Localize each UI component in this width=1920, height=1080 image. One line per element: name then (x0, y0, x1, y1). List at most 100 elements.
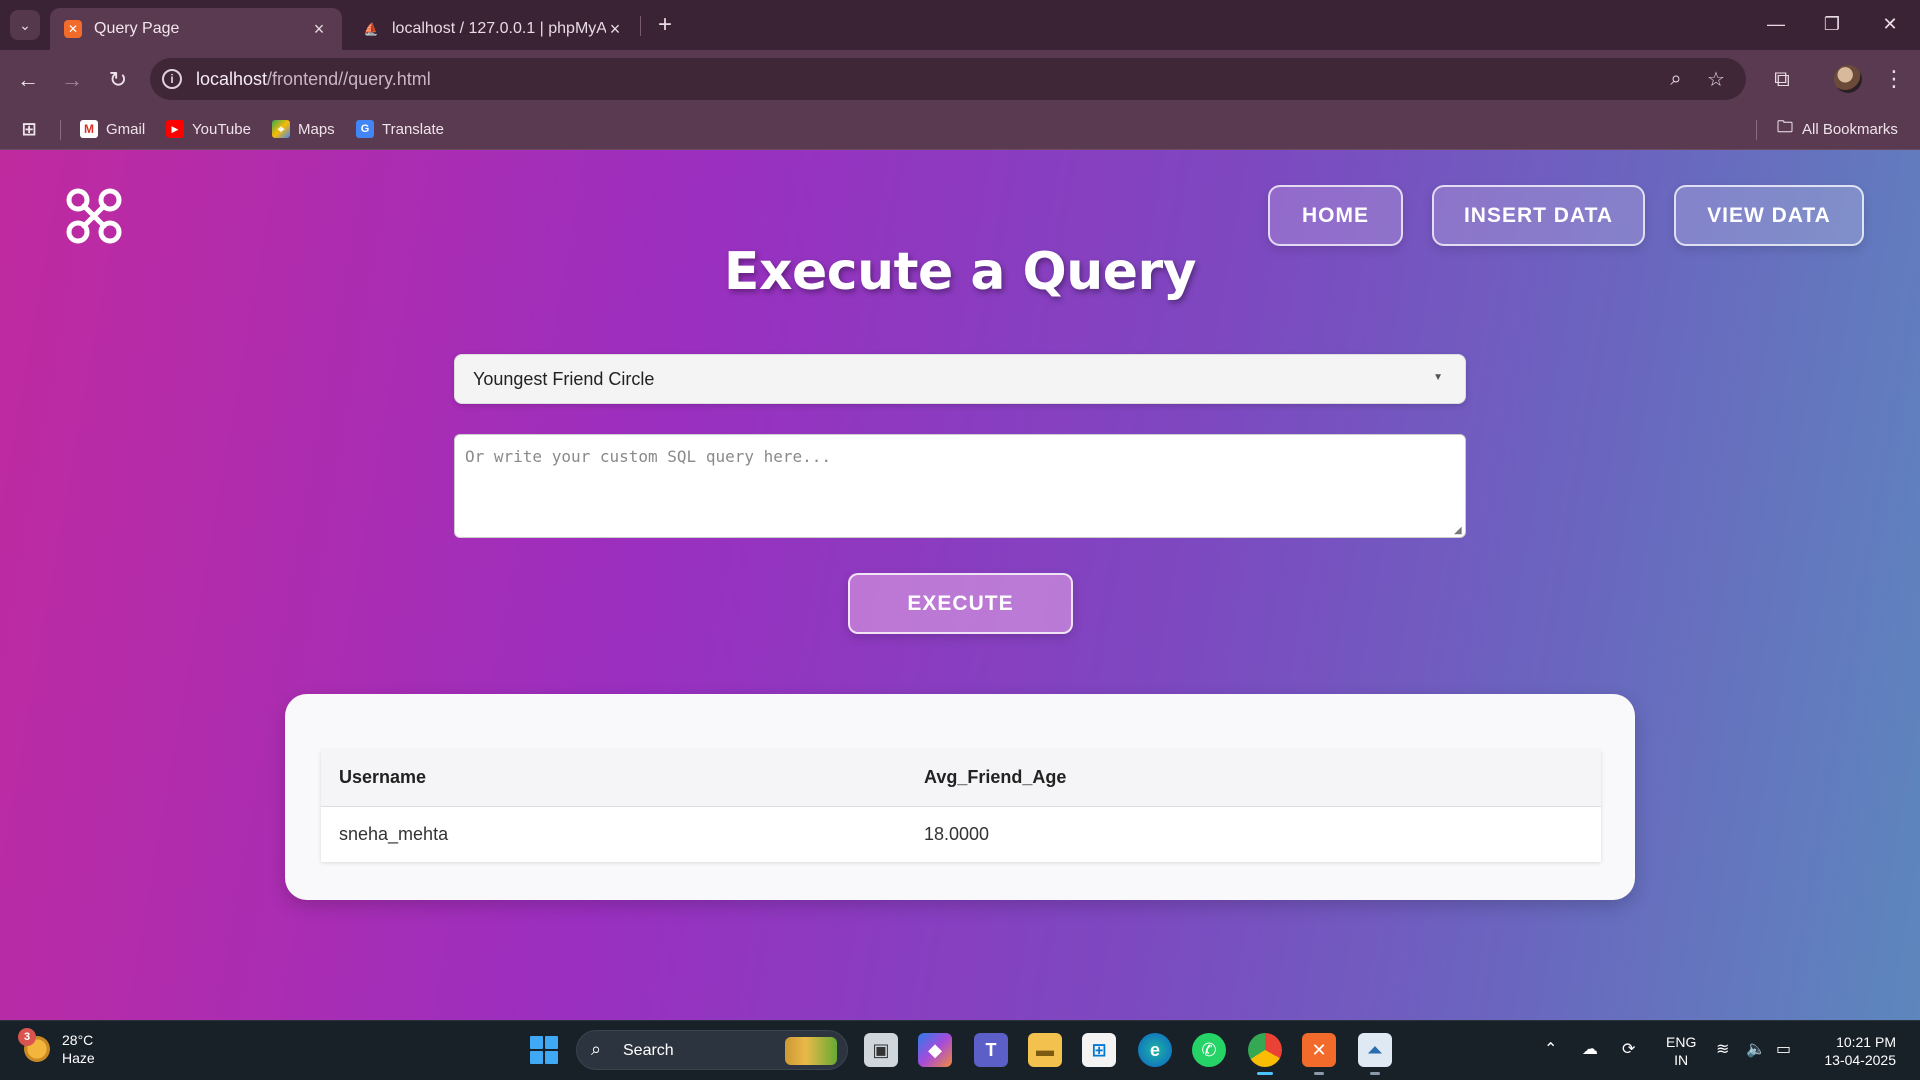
language-code: ENG (1666, 1034, 1697, 1050)
search-highlight-image (785, 1037, 837, 1065)
page-title: Execute a Query (723, 242, 1197, 302)
resource-monitor-icon[interactable]: ⏶ (1358, 1033, 1392, 1075)
minimize-button[interactable]: — (1756, 8, 1796, 40)
close-tab-icon[interactable]: × (606, 19, 624, 40)
search-icon: ⌕ (591, 1039, 602, 1059)
apps-grid-icon[interactable]: ⊞ (20, 117, 46, 141)
address-bar[interactable]: i localhost/frontend//query.html ⌕ ☆ (150, 58, 1746, 100)
table-header-row: Username Avg_Friend_Age (321, 750, 1601, 807)
url-path: /frontend//query.html (267, 69, 431, 89)
menu-kebab-icon[interactable]: ⋮ (1878, 63, 1910, 95)
forward-button[interactable]: → (56, 64, 88, 96)
profile-avatar[interactable] (1834, 65, 1862, 93)
bookmark-gmail[interactable]: M Gmail (80, 117, 145, 141)
onedrive-icon[interactable]: ☁ (1582, 1039, 1598, 1059)
weather-icon: 3 (18, 1028, 52, 1064)
taskbar: 3 28°C Haze ⌕ Search ▣ ◆ T ▬ ⊞ e ✆ ✕ ⏶ ⌃… (0, 1020, 1920, 1080)
system-clock[interactable]: 10:21 PM 13-04-2025 (1816, 1033, 1896, 1069)
bookmark-label: Gmail (106, 120, 146, 138)
gmail-icon: M (80, 120, 98, 138)
query-select[interactable]: Youngest Friend Circle ▼ (454, 354, 1466, 404)
custom-sql-input[interactable] (454, 434, 1466, 538)
table-row: sneha_mehta 18.0000 (321, 806, 1601, 862)
bookmark-separator (1756, 120, 1757, 140)
copilot-icon[interactable]: ◆ (918, 1033, 952, 1067)
tab-search-button[interactable]: ⌄ (10, 10, 40, 40)
tab-title: localhost / 127.0.0.1 | phpMyAd (392, 20, 606, 37)
bookmark-label: YouTube (192, 120, 251, 138)
wifi-icon[interactable]: ≋ (1716, 1039, 1729, 1059)
back-button[interactable]: ← (12, 64, 44, 96)
table-cell: sneha_mehta (339, 823, 449, 844)
bookmark-separator (60, 120, 61, 140)
clock-date: 13-04-2025 (1824, 1052, 1896, 1068)
xampp-icon: ✕ (64, 20, 82, 38)
zoom-icon[interactable]: ⌕ (1664, 67, 1688, 91)
xampp-icon[interactable]: ✕ (1302, 1033, 1336, 1075)
url-text[interactable]: localhost/frontend//query.html (196, 69, 431, 90)
all-bookmarks-button[interactable]: 🗀 All Bookmarks (1776, 117, 1898, 141)
bookmark-translate[interactable]: G Translate (356, 117, 444, 141)
browser-toolbar: ← → ↻ i localhost/frontend//query.html ⌕… (0, 50, 1920, 108)
region-code: IN (1674, 1052, 1689, 1068)
phpmyadmin-icon: ⛵ (363, 22, 379, 36)
execute-button[interactable]: EXECUTE (848, 573, 1073, 634)
new-tab-button[interactable]: + (650, 10, 680, 40)
bookmark-label: Maps (298, 120, 335, 138)
search-label: Search (623, 1042, 674, 1059)
bookmark-maps[interactable]: ⌖ Maps (272, 117, 335, 141)
restore-button[interactable]: ❐ (1812, 8, 1852, 40)
tab-query-page[interactable]: ✕ Query Page × (50, 8, 342, 50)
task-view-icon[interactable]: ▣ (864, 1033, 898, 1067)
tab-phpmyadmin[interactable]: ⛵ localhost / 127.0.0.1 | phpMyAd × (348, 8, 638, 50)
results-card: Username Avg_Friend_Age sneha_mehta 18.0… (285, 694, 1635, 900)
sync-icon[interactable]: ⟳ (1622, 1039, 1635, 1059)
query-select-value: Youngest Friend Circle (473, 369, 655, 389)
site-info-icon[interactable]: i (162, 69, 182, 89)
notification-badge: 3 (18, 1028, 36, 1046)
browser-tab-strip: ⌄ ✕ Query Page × ⛵ localhost / 127.0.0.1… (0, 0, 1920, 50)
file-explorer-icon[interactable]: ▬ (1028, 1033, 1062, 1067)
results-table: Username Avg_Friend_Age sneha_mehta 18.0… (321, 750, 1601, 862)
show-hidden-icons-icon[interactable]: ⌃ (1544, 1039, 1557, 1059)
weather-condition: Haze (62, 1050, 95, 1066)
all-bookmarks-label: All Bookmarks (1802, 120, 1898, 138)
nav-insert-data-button[interactable]: INSERT DATA (1432, 185, 1645, 246)
language-indicator[interactable]: ENG IN (1666, 1033, 1696, 1069)
start-button-icon[interactable] (530, 1036, 558, 1064)
url-host: localhost (196, 69, 268, 89)
translate-icon: G (356, 120, 374, 138)
nav-view-data-button[interactable]: VIEW DATA (1674, 185, 1864, 246)
teams-icon[interactable]: T (974, 1033, 1008, 1067)
app-logo-icon (66, 188, 122, 244)
close-tab-icon[interactable]: × (310, 19, 328, 40)
nav-home-button[interactable]: HOME (1268, 185, 1403, 246)
close-window-button[interactable]: ✕ (1870, 8, 1910, 40)
weather-widget[interactable]: 3 28°C Haze (18, 1028, 95, 1067)
taskbar-search[interactable]: ⌕ Search (576, 1030, 848, 1070)
bookmark-label: Translate (382, 120, 444, 138)
battery-icon[interactable]: ▭ (1776, 1039, 1791, 1059)
resize-handle-icon[interactable]: ◢ (1454, 526, 1464, 536)
store-icon[interactable]: ⊞ (1082, 1033, 1116, 1067)
column-header: Username (321, 750, 906, 807)
edge-icon[interactable]: e (1138, 1033, 1172, 1067)
reload-button[interactable]: ↻ (102, 64, 134, 96)
bookmark-star-icon[interactable]: ☆ (1704, 67, 1728, 91)
column-header: Avg_Friend_Age (906, 750, 1601, 807)
clock-time: 10:21 PM (1836, 1034, 1896, 1050)
bookmarks-bar: ⊞ M Gmail ▶ YouTube ⌖ Maps G Translate 🗀… (0, 108, 1920, 150)
whatsapp-icon[interactable]: ✆ (1192, 1033, 1226, 1067)
page-content: HOME INSERT DATA VIEW DATA Execute a Que… (0, 150, 1920, 1020)
bookmark-youtube[interactable]: ▶ YouTube (166, 117, 251, 141)
volume-icon[interactable]: 🔈 (1746, 1039, 1766, 1059)
tab-separator (640, 16, 641, 36)
youtube-icon: ▶ (166, 120, 184, 138)
extensions-icon[interactable]: ⧉ (1766, 63, 1798, 95)
chevron-down-icon: ▼ (1433, 372, 1443, 383)
weather-temp: 28°C (62, 1032, 94, 1048)
table-cell: 18.0000 (924, 823, 990, 844)
folder-icon: 🗀 (1776, 118, 1793, 136)
chrome-icon[interactable] (1248, 1033, 1282, 1075)
tab-title: Query Page (94, 20, 180, 37)
